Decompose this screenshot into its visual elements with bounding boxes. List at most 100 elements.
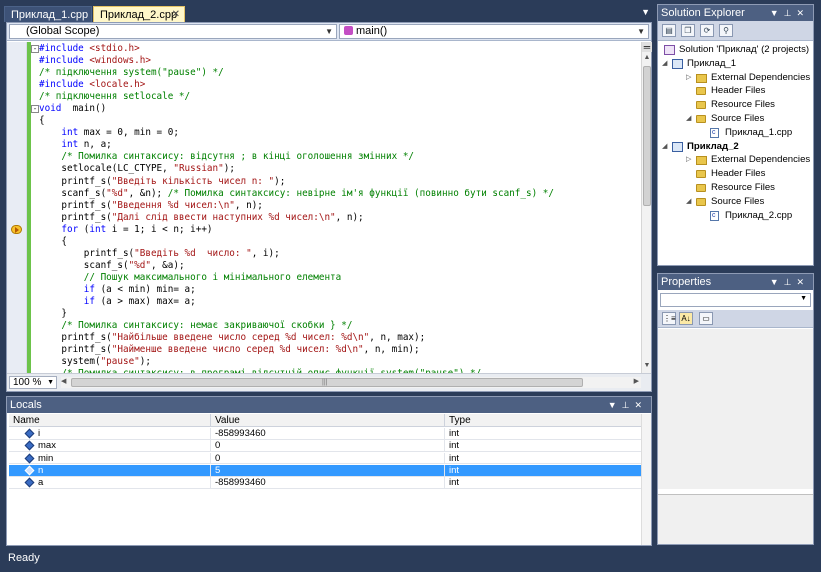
properties-icon[interactable]: ▤ xyxy=(662,24,676,37)
code-line[interactable]: /* Помилка синтаксису: немає закриваючої… xyxy=(39,320,554,332)
code-line[interactable]: scanf_s("%d", &n); /* Помилка синтаксису… xyxy=(39,188,554,200)
code-line[interactable]: if (a > max) max= a; xyxy=(39,296,554,308)
show-all-files-icon[interactable]: ❐ xyxy=(681,24,695,37)
tab-list-dropdown-icon[interactable]: ▼ xyxy=(641,7,650,17)
code-line[interactable]: /* Помилка синтаксису: відсутня ; в кінц… xyxy=(39,151,554,163)
tab-prykład-2[interactable]: Приклад_2.cpp ✕ xyxy=(93,6,185,23)
tab-prykład-1[interactable]: Приклад_1.cpp xyxy=(4,6,92,22)
tree-node[interactable]: Header Files xyxy=(658,84,813,98)
vertical-scrollbar[interactable]: ═ ▲ ▼ xyxy=(641,42,652,374)
scroll-down-icon[interactable]: ▼ xyxy=(642,362,652,372)
code-line[interactable]: int n, a; xyxy=(39,139,554,151)
variable-value[interactable]: -858993460 xyxy=(211,477,445,489)
collapse-icon[interactable]: - xyxy=(31,105,39,114)
pin-icon[interactable]: ⊥ xyxy=(784,8,797,18)
tree-node[interactable]: ◢ Source Files xyxy=(658,195,813,209)
tree-node[interactable]: ◢ Приклад_2 xyxy=(658,140,813,154)
vertical-scrollbar[interactable] xyxy=(641,414,651,545)
code-line[interactable]: /* підключення setlocale */ xyxy=(39,91,554,103)
column-header-name[interactable]: Name xyxy=(9,414,211,427)
code-line[interactable]: #include <locale.h> xyxy=(39,79,554,91)
code-line[interactable]: int max = 0, min = 0; xyxy=(39,127,554,139)
scope-combo[interactable]: (Global Scope) ▼ xyxy=(9,24,337,39)
code-line[interactable]: { xyxy=(39,115,554,127)
code-line[interactable]: system("pause"); xyxy=(39,356,554,368)
locals-row[interactable]: min 0 int xyxy=(9,452,645,465)
tree-node[interactable]: ▷ External Dependencies xyxy=(658,71,813,85)
code-line[interactable]: /* підключення system("pause") */ xyxy=(39,67,554,79)
expanded-arrow-icon[interactable]: ◢ xyxy=(662,140,667,154)
code-line[interactable]: { xyxy=(39,236,554,248)
tree-node[interactable]: Resource Files xyxy=(658,98,813,112)
close-icon[interactable]: ✕ xyxy=(796,8,809,18)
variable-value[interactable]: 5 xyxy=(211,464,445,477)
code-line[interactable]: // Пошук максимального і мінімального ел… xyxy=(39,272,554,284)
scroll-left-icon[interactable]: ◀ xyxy=(61,377,66,385)
tree-node[interactable]: Приклад_2.cpp xyxy=(658,209,813,222)
refresh-icon[interactable]: ⟳ xyxy=(700,24,714,37)
alphabetical-icon[interactable]: A↓ xyxy=(679,312,693,325)
code-line[interactable]: #include <windows.h> xyxy=(39,55,554,67)
window-position-icon[interactable]: ▼ xyxy=(608,400,622,410)
code-line[interactable]: for (int i = 1; i < n; i++) xyxy=(39,224,554,236)
code-line[interactable]: printf_s("Найменше введене число серед %… xyxy=(39,344,554,356)
tree-node[interactable]: Header Files xyxy=(658,167,813,181)
variable-value[interactable]: -858993460 xyxy=(211,428,445,440)
pin-icon[interactable]: ⊥ xyxy=(622,400,635,410)
tree-node[interactable]: ◢ Source Files xyxy=(658,112,813,126)
tree-node[interactable]: ◢ Приклад_1 xyxy=(658,57,813,71)
collapsed-arrow-icon[interactable]: ▷ xyxy=(686,71,691,85)
close-tab-icon[interactable]: ✕ xyxy=(172,7,180,23)
tree-node[interactable]: ▷ External Dependencies xyxy=(658,153,813,167)
tree-node[interactable]: Приклад_1.cpp xyxy=(658,126,813,140)
current-statement-arrow-icon[interactable] xyxy=(11,225,22,235)
tree-node[interactable]: Solution 'Приклад' (2 projects) xyxy=(658,43,813,57)
scroll-thumb[interactable]: ||| xyxy=(71,378,583,387)
tree-node[interactable]: Resource Files xyxy=(658,181,813,195)
code-line[interactable]: - #include <stdio.h> xyxy=(31,43,554,55)
locals-row[interactable]: i -858993460 int xyxy=(9,428,645,440)
code-line[interactable]: printf_s("Найбільше введене число серед … xyxy=(39,332,554,344)
variable-value[interactable]: 0 xyxy=(211,452,445,465)
code-line[interactable]: if (a < min) min= a; xyxy=(39,284,554,296)
locals-row[interactable]: max 0 int xyxy=(9,440,645,452)
property-pages-icon[interactable]: ▭ xyxy=(699,312,713,325)
code-line[interactable]: scanf_s("%d", &a); xyxy=(39,260,554,272)
column-header-value[interactable]: Value xyxy=(211,414,445,427)
locals-row[interactable]: a -858993460 int xyxy=(9,477,645,489)
window-position-icon[interactable]: ▼ xyxy=(770,277,784,287)
member-combo[interactable]: main() ▼ xyxy=(339,24,649,39)
column-header-type[interactable]: Type xyxy=(445,414,645,427)
categorized-icon[interactable]: ⋮≡ xyxy=(662,312,676,325)
code-line[interactable]: printf_s("Далі слід ввести наступних %d … xyxy=(39,212,554,224)
variable-value[interactable]: 0 xyxy=(211,440,445,452)
code-line[interactable]: } xyxy=(39,308,554,320)
horizontal-scrollbar[interactable]: ◀ ||| ▶ xyxy=(61,377,641,388)
scroll-up-icon[interactable]: ▲ xyxy=(642,54,652,64)
class-diagram-icon[interactable]: ⚲ xyxy=(719,24,733,37)
expanded-arrow-icon[interactable]: ◢ xyxy=(686,195,691,209)
expanded-arrow-icon[interactable]: ◢ xyxy=(686,112,691,126)
zoom-combo[interactable]: 100 % ▼ xyxy=(9,376,57,389)
collapse-icon[interactable]: - xyxy=(31,45,39,53)
code-line[interactable]: printf_s("Введення %d чисел:\n", n); xyxy=(39,200,554,212)
splitter-icon[interactable]: ═ xyxy=(642,42,652,52)
scroll-thumb[interactable] xyxy=(643,66,651,206)
locals-row[interactable]: n 5 int xyxy=(9,464,645,477)
close-icon[interactable]: ✕ xyxy=(796,277,809,287)
code-line[interactable]: - void main() xyxy=(31,103,554,115)
code-line[interactable]: printf_s("Введіть кількість чисел n: "); xyxy=(39,176,554,188)
expanded-arrow-icon[interactable]: ◢ xyxy=(662,57,667,71)
code-text-area[interactable]: - #include <stdio.h> #include <windows.h> /… xyxy=(7,42,641,374)
close-icon[interactable]: ✕ xyxy=(634,400,647,410)
collapsed-arrow-icon[interactable]: ▷ xyxy=(686,153,691,167)
scroll-right-icon[interactable]: ▶ xyxy=(634,377,639,385)
window-position-icon[interactable]: ▼ xyxy=(770,8,784,18)
indicator-margin[interactable] xyxy=(7,42,27,374)
object-selector[interactable]: ▼ xyxy=(660,293,811,307)
code-line[interactable]: setlocale(LC_CTYPE, "Russian"); xyxy=(39,163,554,175)
pin-icon[interactable]: ⊥ xyxy=(784,277,797,287)
code-line[interactable]: printf_s("Введіть %d число: ", i); xyxy=(39,248,554,260)
code-token: if xyxy=(83,283,95,295)
